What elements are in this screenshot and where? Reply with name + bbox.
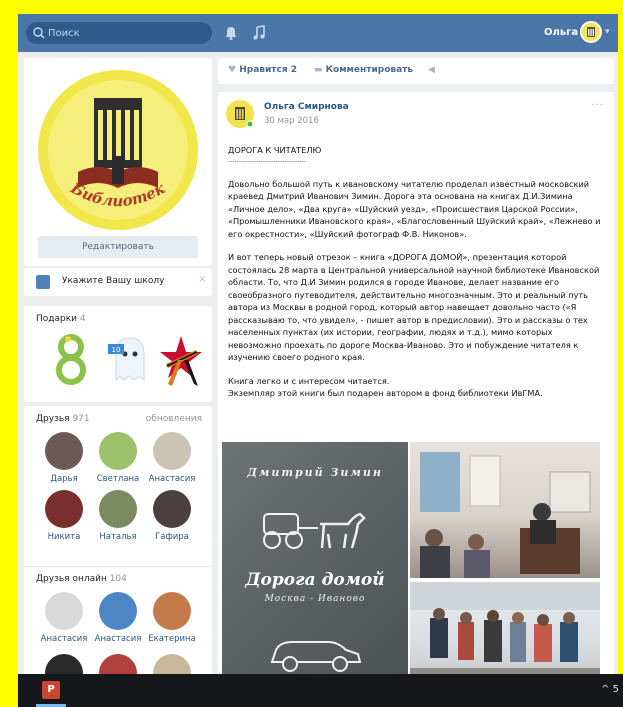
search-box[interactable] [26, 22, 212, 44]
friend-item[interactable]: Наталья [92, 490, 144, 542]
gifts-block[interactable]: Подарки 4 10 [24, 306, 212, 402]
friend-name[interactable]: Дарья [38, 474, 90, 484]
chevron-down-icon[interactable]: ▾ [605, 27, 610, 37]
post-actions-bar: ♥ Нравится 2 ▬ Комментировать ◀ [218, 58, 614, 84]
friends-block: Друзья 971 обновления Дарья Светлана Ана… [24, 406, 212, 707]
post-text: ДОРОГА К ЧИТАТЕЛЮ ----------------------… [228, 144, 606, 411]
friend-item[interactable]: Гафира [146, 490, 198, 542]
friend-name[interactable]: Светлана [92, 474, 144, 484]
carriage-icon [263, 512, 366, 549]
avatar[interactable] [45, 490, 83, 528]
school-prompt-label: Укажите Вашу школу [62, 276, 165, 286]
online-count: 104 [109, 574, 127, 584]
presentation-scene-icon [420, 452, 591, 578]
friend-name[interactable]: Анастасия [38, 634, 90, 644]
online-friend-item[interactable]: Екатерина [146, 592, 198, 644]
friend-name[interactable]: Анастасия [146, 474, 198, 484]
friends-count: 971 [72, 414, 90, 424]
gift-eight-icon[interactable] [48, 330, 94, 388]
gifts-title[interactable]: Подарки 4 [36, 314, 86, 324]
windows-taskbar: P ^ 5 [18, 674, 623, 707]
book-author: Дмитрий Зимин [247, 466, 383, 479]
school-prompt[interactable]: Укажите Вашу школу × [24, 268, 212, 296]
wall-post: Ольга Смирнова 30 мар 2016 ··· ДОРОГА К … [218, 92, 614, 707]
avatar[interactable] [99, 592, 137, 630]
friend-name[interactable]: Никита [38, 532, 90, 542]
friend-item[interactable]: Дарья [38, 432, 90, 484]
edit-profile-button[interactable]: Редактировать [38, 236, 198, 258]
post-paragraph: Довольно большой путь к ивановскому чита… [228, 178, 601, 239]
post-paragraph: Книга легко и с интересом читается. [228, 375, 390, 386]
close-icon[interactable]: × [198, 274, 206, 285]
post-date[interactable]: 30 мар 2016 [264, 116, 319, 126]
post-title: ДОРОГА К ЧИТАТЕЛЮ [228, 145, 322, 155]
user-name[interactable]: Ольга [544, 27, 578, 38]
post-paragraph: И вот теперь новый отрезок – книга «ДОРО… [228, 252, 600, 362]
car-icon [270, 641, 362, 672]
gift-ghost-icon[interactable]: 10 [106, 330, 152, 388]
avatar[interactable] [226, 100, 254, 128]
book-title: Дорога домой [245, 570, 385, 590]
search-icon [33, 27, 45, 39]
avatar[interactable] [153, 592, 191, 630]
gift-star-icon[interactable] [158, 330, 204, 388]
share-icon[interactable]: ◀ [428, 65, 435, 75]
search-input[interactable] [48, 24, 208, 42]
avatar[interactable] [99, 490, 137, 528]
online-friend-item[interactable]: Анастасия [38, 592, 90, 644]
avatar[interactable] [153, 432, 191, 470]
library-logo-icon [587, 27, 595, 37]
system-tray[interactable]: ^ 5 [601, 684, 619, 695]
post-paragraph: Экземпляр этой книги был подарен автором… [228, 388, 543, 398]
like-count: 2 [290, 65, 298, 75]
more-options-icon[interactable]: ··· [591, 100, 604, 111]
profile-photo[interactable]: Библиотека ИвГМА [38, 70, 198, 230]
friend-name[interactable]: Екатерина [146, 634, 198, 644]
bell-icon[interactable] [222, 24, 240, 42]
friend-name[interactable]: Анастасия [92, 634, 144, 644]
avatar[interactable] [45, 432, 83, 470]
friends-updates-link[interactable]: обновления [146, 414, 202, 424]
library-logo-icon [235, 107, 254, 128]
comment-icon: ▬ [314, 65, 323, 75]
avatar[interactable] [45, 592, 83, 630]
profile-card: Библиотека ИвГМА Редактировать [24, 58, 212, 266]
gifts-count: 4 [79, 314, 86, 324]
friend-item[interactable]: Светлана [92, 432, 144, 484]
avatar[interactable] [153, 490, 191, 528]
book-cover-photo[interactable]: Дмитрий Зимин Дорога домой Москва - Иван… [222, 442, 408, 707]
powerpoint-app-icon[interactable]: P [42, 681, 60, 699]
gift-badge-text: 10 [112, 346, 121, 354]
like-button[interactable]: ♥ Нравится 2 [228, 65, 297, 75]
school-icon [36, 275, 50, 289]
divider [24, 566, 212, 567]
heart-icon: ♥ [228, 65, 237, 75]
user-avatar[interactable] [580, 21, 602, 43]
friends-title[interactable]: Друзья 971 [36, 414, 90, 424]
avatar[interactable] [99, 432, 137, 470]
music-icon[interactable] [250, 24, 268, 42]
friend-name[interactable]: Гафира [146, 532, 198, 542]
friend-item[interactable]: Никита [38, 490, 90, 542]
comment-button[interactable]: ▬ Комментировать [314, 65, 413, 75]
vk-window: Ольга ▾ Библиотека ИвГМА [18, 14, 618, 707]
event-photo[interactable] [410, 442, 600, 578]
post-rule: ------------------------------------ [228, 157, 306, 165]
online-friend-item[interactable]: Анастасия [92, 592, 144, 644]
post-author[interactable]: Ольга Смирнова [264, 102, 349, 112]
friend-name[interactable]: Наталья [92, 532, 144, 542]
top-bar: Ольга ▾ [18, 14, 618, 52]
online-friends-title[interactable]: Друзья онлайн 104 [36, 574, 127, 584]
friend-item[interactable]: Анастасия [146, 432, 198, 484]
book-subtitle: Москва - Иваново [264, 594, 366, 604]
